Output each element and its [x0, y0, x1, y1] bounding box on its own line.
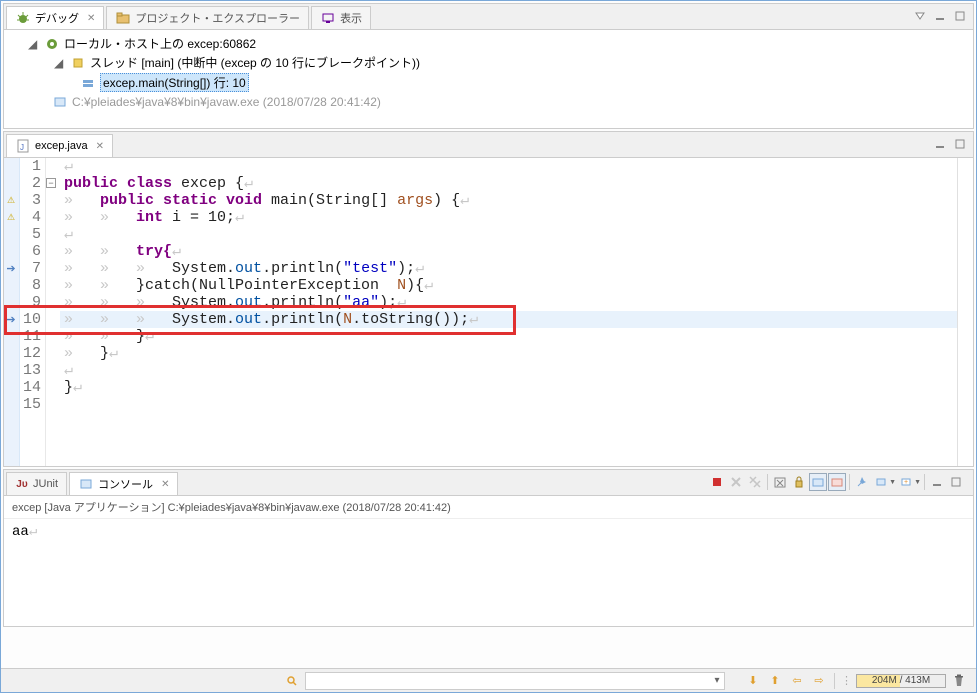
tab-explorer[interactable]: プロジェクト・エクスプローラー — [106, 6, 309, 29]
search-icon — [285, 674, 299, 688]
nav-prev-icon[interactable]: ⇦ — [788, 672, 806, 690]
marker-gutter: ⚠ ⚠ ➔ ➔ — [4, 158, 20, 466]
tree-thread[interactable]: ◢ スレッド [main] (中断中 (excep の 10 行にブレークポイン… — [12, 53, 965, 72]
nav-up-icon[interactable]: ⬆ — [766, 672, 784, 690]
tab-debug[interactable]: デバッグ ✕ — [6, 6, 104, 29]
maximize-icon[interactable] — [951, 7, 969, 25]
status-bar: ▾ ⬇ ⬆ ⇦ ⇨ ⋮ 204M / 413M — [1, 668, 976, 692]
console-panel: Jυ JUnit コンソール ✕ ▼ + ▼ excep — [3, 469, 974, 627]
debug-tree: ◢ ローカル・ホスト上の excep:60862 ◢ スレッド [main] (… — [4, 30, 973, 126]
tab-junit-label: JUnit — [33, 478, 58, 490]
memory-indicator[interactable]: 204M / 413M — [856, 674, 946, 688]
tree-frame[interactable]: excep.main(String[]) 行: 10 — [12, 72, 965, 93]
scroll-lock-icon[interactable] — [790, 473, 808, 491]
open-console-icon[interactable]: + — [897, 473, 915, 491]
display-icon — [320, 10, 336, 26]
tab-display[interactable]: 表示 — [311, 6, 371, 29]
close-icon[interactable]: ✕ — [96, 141, 104, 152]
search-field[interactable] — [306, 675, 710, 687]
editor-body[interactable]: ⚠ ⚠ ➔ ➔ 123456789101112131415 − ↵ public… — [4, 158, 973, 466]
current-line-icon: ➔ — [4, 311, 18, 328]
remove-all-icon[interactable] — [746, 473, 764, 491]
tree-process[interactable]: C:¥pleiades¥java¥8¥bin¥javaw.exe (2018/0… — [12, 93, 965, 111]
editor-tab[interactable]: J excep.java ✕ — [6, 134, 113, 157]
tab-junit[interactable]: Jυ JUnit — [6, 472, 67, 495]
tree-launch-label: ローカル・ホスト上の excep:60862 — [64, 35, 256, 52]
process-icon — [52, 94, 68, 110]
tab-console-label: コンソール — [98, 476, 153, 492]
close-icon[interactable]: ✕ — [87, 13, 95, 24]
warning-icon[interactable]: ⚠ — [4, 209, 18, 226]
editor-tab-bar: J excep.java ✕ — [4, 132, 973, 158]
menu-button-icon[interactable] — [911, 7, 929, 25]
debug-icon — [15, 10, 31, 26]
close-icon[interactable]: ✕ — [161, 479, 169, 490]
minimize-icon[interactable] — [931, 7, 949, 25]
nav-down-icon[interactable]: ⬇ — [744, 672, 762, 690]
code-area[interactable]: ↵ public class excep {↵ » public static … — [60, 158, 957, 466]
console-output[interactable]: aa↵ — [4, 519, 973, 626]
pin-console-icon[interactable] — [853, 473, 871, 491]
tab-console[interactable]: コンソール ✕ — [69, 472, 178, 495]
show-console-on-out-icon[interactable] — [809, 473, 827, 491]
display-selected-console-icon[interactable] — [872, 473, 890, 491]
console-icon — [78, 476, 94, 492]
show-console-on-err-icon[interactable] — [828, 473, 846, 491]
search-input[interactable]: ▾ — [305, 672, 725, 690]
debug-panel: デバッグ ✕ プロジェクト・エクスプローラー 表示 ◢ ローカル・ホスト上の e… — [3, 3, 974, 129]
folding-strip: − — [46, 158, 60, 466]
dropdown-icon[interactable]: ▾ — [710, 674, 724, 688]
java-file-icon: J — [15, 138, 31, 154]
tree-thread-label: スレッド [main] (中断中 (excep の 10 行にブレークポイント)… — [90, 54, 420, 71]
tab-display-label: 表示 — [340, 10, 362, 26]
editor-tab-label: excep.java — [35, 140, 88, 152]
terminate-icon[interactable] — [708, 473, 726, 491]
svg-text:+: + — [904, 479, 908, 486]
editor-panel: J excep.java ✕ ⚠ ⚠ ➔ ➔ 12345678910111213… — [3, 131, 974, 467]
debug-tab-bar: デバッグ ✕ プロジェクト・エクスプローラー 表示 — [4, 4, 973, 30]
tab-explorer-label: プロジェクト・エクスプローラー — [135, 10, 300, 26]
junit-icon: Jυ — [15, 477, 29, 491]
maximize-icon[interactable] — [947, 473, 965, 491]
thread-icon — [70, 55, 86, 71]
console-info: excep [Java アプリケーション] C:¥pleiades¥java¥8… — [4, 496, 973, 519]
step-marker-icon: ➔ — [4, 260, 18, 277]
minimize-icon[interactable] — [928, 473, 946, 491]
svg-text:J: J — [20, 143, 24, 152]
gc-icon[interactable] — [950, 672, 968, 690]
tree-frame-label: excep.main(String[]) 行: 10 — [100, 73, 249, 92]
expander-icon[interactable]: ◢ — [54, 56, 66, 70]
dropdown-icon[interactable]: ▼ — [889, 479, 896, 486]
tree-launch[interactable]: ◢ ローカル・ホスト上の excep:60862 — [12, 34, 965, 53]
stack-frame-icon — [80, 75, 96, 91]
maximize-icon[interactable] — [951, 135, 969, 153]
line-numbers: 123456789101112131415 — [20, 158, 46, 466]
tree-process-label: C:¥pleiades¥java¥8¥bin¥javaw.exe (2018/0… — [72, 95, 381, 109]
clear-console-icon[interactable] — [771, 473, 789, 491]
minimize-icon[interactable] — [931, 135, 949, 153]
target-icon — [44, 36, 60, 52]
expander-icon[interactable]: ◢ — [28, 37, 40, 51]
tab-debug-label: デバッグ — [35, 10, 79, 26]
dropdown-icon[interactable]: ▼ — [914, 479, 921, 486]
nav-next-icon[interactable]: ⇨ — [810, 672, 828, 690]
fold-toggle-icon[interactable]: − — [46, 178, 56, 188]
overview-ruler[interactable] — [957, 158, 973, 466]
console-tab-bar: Jυ JUnit コンソール ✕ ▼ + ▼ — [4, 470, 973, 496]
warning-icon[interactable]: ⚠ — [4, 192, 18, 209]
remove-launch-icon[interactable] — [727, 473, 745, 491]
folder-icon — [115, 10, 131, 26]
